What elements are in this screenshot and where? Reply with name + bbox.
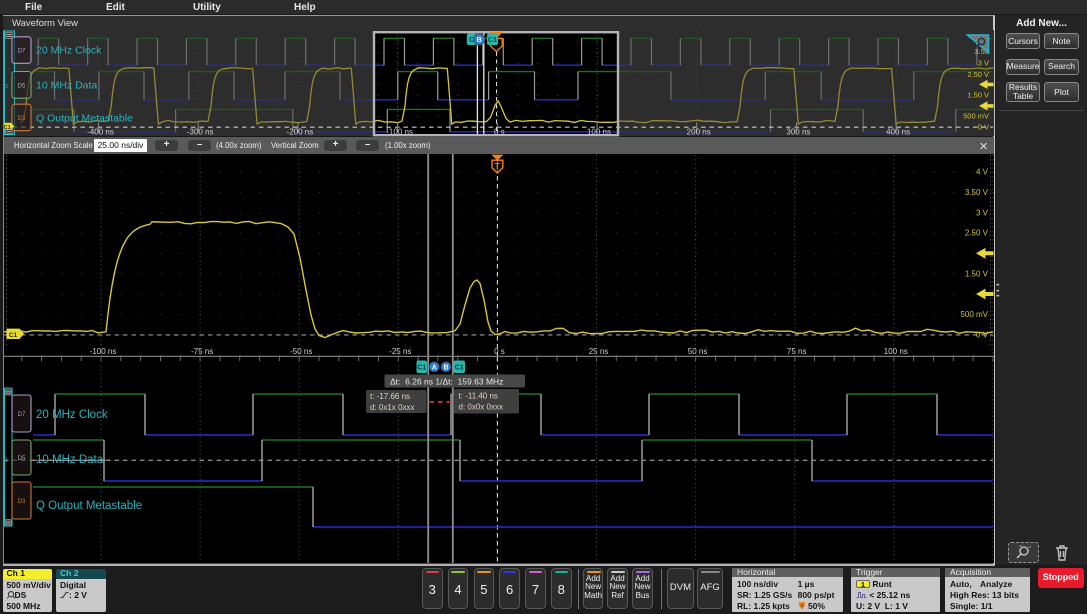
svg-text:-100 ns: -100 ns xyxy=(386,128,413,137)
svg-text:4 V: 4 V xyxy=(976,168,989,177)
svg-text:D3: D3 xyxy=(18,116,26,122)
svg-text:75 ns: 75 ns xyxy=(787,347,807,356)
svg-text:C2: C2 xyxy=(4,84,8,90)
svg-text:D7: D7 xyxy=(18,412,26,418)
svg-text:Q Output Metastable: Q Output Metastable xyxy=(36,500,142,512)
svg-text:100 ns: 100 ns xyxy=(884,347,908,356)
svg-text:-300 ns: -300 ns xyxy=(187,128,214,137)
svg-text:C1: C1 xyxy=(455,365,464,372)
svg-text:400 ns: 400 ns xyxy=(886,128,910,137)
svg-text:C1: C1 xyxy=(4,125,11,131)
svg-text:25 ns: 25 ns xyxy=(589,347,609,356)
svg-text:200 ns: 200 ns xyxy=(687,128,711,137)
svg-text:-200 ns: -200 ns xyxy=(287,128,314,137)
svg-text:B: B xyxy=(476,35,482,44)
svg-text:C1: C1 xyxy=(417,365,426,372)
svg-text:300 ns: 300 ns xyxy=(786,128,810,137)
svg-text:D3: D3 xyxy=(18,499,26,505)
svg-text:3.50 V: 3.50 V xyxy=(965,188,989,197)
svg-text:Q Output Metastable: Q Output Metastable xyxy=(36,113,133,125)
svg-text:t: -11.40 ns: t: -11.40 ns xyxy=(459,391,498,400)
svg-text:0 V: 0 V xyxy=(978,123,989,132)
svg-text:-75 ns: -75 ns xyxy=(191,347,213,356)
svg-text:d: 0x1x 0xxx: d: 0x1x 0xxx xyxy=(370,403,414,412)
svg-text:3 V: 3 V xyxy=(976,208,989,217)
svg-text:0 s: 0 s xyxy=(494,128,505,137)
svg-text:1.50 V: 1.50 V xyxy=(965,269,989,278)
svg-text:C2: C2 xyxy=(4,458,8,464)
svg-text:C1: C1 xyxy=(9,332,18,339)
svg-text:100 ns: 100 ns xyxy=(587,128,611,137)
svg-text:T: T xyxy=(495,161,501,171)
svg-text:-25 ns: -25 ns xyxy=(389,347,411,356)
svg-text:Δt: 6.26 ns 1/Δt: 159.63 MHz: Δt: 6.26 ns 1/Δt: 159.63 MHz xyxy=(390,376,503,386)
svg-text:-400 ns: -400 ns xyxy=(87,128,114,137)
svg-text:0 s: 0 s xyxy=(494,347,505,356)
svg-text:B: B xyxy=(443,364,448,371)
svg-text:-100 ns: -100 ns xyxy=(90,347,117,356)
svg-text:A: A xyxy=(432,364,437,371)
svg-text:t: -17.66 ns: t: -17.66 ns xyxy=(370,392,410,401)
svg-text:10 MHz Data: 10 MHz Data xyxy=(36,80,97,92)
svg-text:D7: D7 xyxy=(18,49,26,55)
svg-text:0 V: 0 V xyxy=(976,331,989,340)
svg-text:3 V: 3 V xyxy=(978,59,989,68)
svg-text:500 mV: 500 mV xyxy=(960,310,988,319)
svg-text:20 MHz Clock: 20 MHz Clock xyxy=(36,409,108,421)
svg-text:1.50 V: 1.50 V xyxy=(967,91,989,100)
svg-text:d: 0x0x 0xxx: d: 0x0x 0xxx xyxy=(459,402,503,411)
svg-text:20 MHz Clock: 20 MHz Clock xyxy=(36,45,102,57)
svg-text:2.50 V: 2.50 V xyxy=(967,70,989,79)
svg-text:-50 ns: -50 ns xyxy=(290,347,312,356)
svg-text:2.50 V: 2.50 V xyxy=(965,229,989,238)
svg-text:D5: D5 xyxy=(18,456,26,462)
svg-text:50 ns: 50 ns xyxy=(688,347,708,356)
svg-text:C1: C1 xyxy=(488,37,497,44)
svg-text:D5: D5 xyxy=(18,83,26,89)
svg-text:500 mV: 500 mV xyxy=(963,112,989,121)
